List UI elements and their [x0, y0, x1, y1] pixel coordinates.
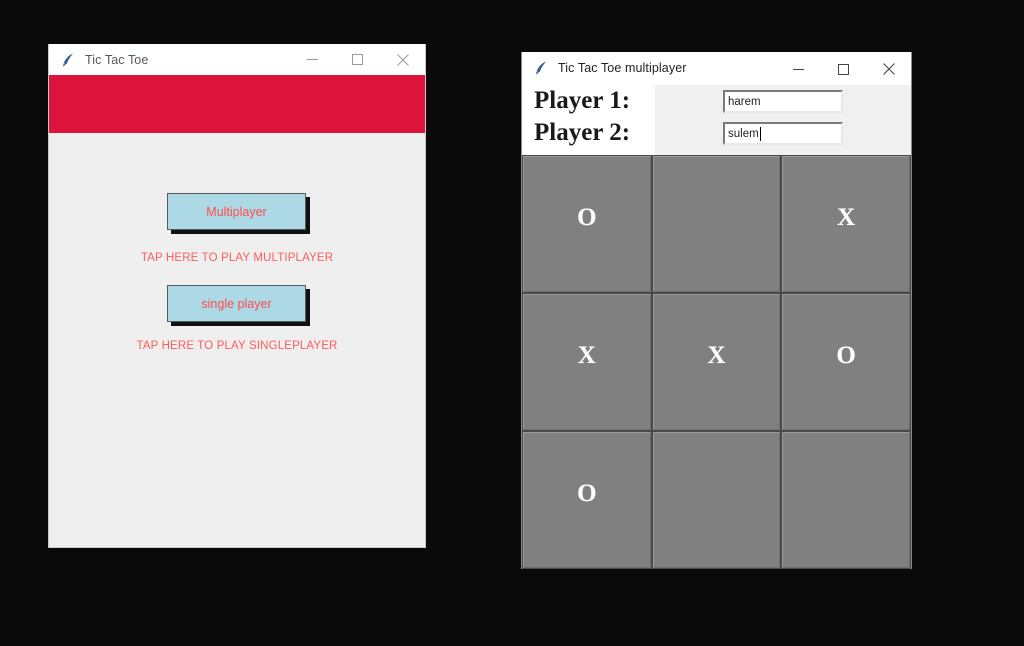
- board-cell[interactable]: O: [523, 156, 651, 292]
- single-window-body: Multiplayer TAP HERE TO PLAY MULTIPLAYER…: [49, 133, 425, 546]
- board-cell[interactable]: X: [523, 294, 651, 430]
- minimize-icon: [793, 68, 804, 70]
- minimize-icon: [307, 59, 318, 60]
- minimize-button[interactable]: [290, 44, 335, 75]
- close-icon: [396, 53, 409, 66]
- player-1-label: Player 1:: [534, 87, 631, 114]
- singleplayer-button[interactable]: single player: [167, 285, 306, 322]
- multiplayer-button-label: Multiplayer: [206, 204, 267, 219]
- maximize-icon: [838, 63, 849, 75]
- player-2-name-input[interactable]: sulem: [723, 122, 843, 145]
- player-1-name-input[interactable]: harem: [723, 90, 843, 113]
- board-cell[interactable]: [652, 432, 781, 568]
- player-2-name-value: sulem: [728, 127, 759, 140]
- cell-mark: X: [837, 204, 856, 231]
- multiplayer-button[interactable]: Multiplayer: [167, 193, 306, 230]
- window-controls-single: [290, 44, 425, 75]
- window-title-single: Tic Tac Toe: [85, 52, 149, 67]
- text-caret: [759, 126, 761, 141]
- window-tic-tac-toe-multiplayer: Tic Tac Toe multiplayer Player 1: Player…: [521, 52, 912, 569]
- board-cell[interactable]: X: [652, 294, 781, 430]
- cell-mark: O: [836, 342, 856, 369]
- cell-mark: X: [707, 342, 726, 369]
- close-button[interactable]: [380, 44, 425, 75]
- board-cell[interactable]: [782, 432, 910, 568]
- close-button[interactable]: [866, 53, 911, 86]
- maximize-button[interactable]: [335, 44, 380, 75]
- tic-tac-toe-board: O X X X O O: [522, 155, 911, 569]
- maximize-icon: [352, 54, 363, 65]
- titlebar-multi[interactable]: Tic Tac Toe multiplayer: [522, 52, 911, 85]
- python-feather-icon: [536, 61, 546, 75]
- players-pane: Player 1: Player 2: harem sulem: [522, 85, 911, 155]
- multiplayer-caption: TAP HERE TO PLAY MULTIPLAYER: [140, 252, 334, 264]
- window-title-multi: Tic Tac Toe multiplayer: [558, 61, 687, 75]
- cell-mark: O: [577, 204, 597, 231]
- python-feather-icon: [63, 53, 73, 67]
- titlebar-single[interactable]: Tic Tac Toe: [49, 44, 425, 75]
- board-cell[interactable]: [652, 156, 781, 292]
- red-banner: [49, 75, 425, 133]
- board-cell[interactable]: O: [782, 294, 910, 430]
- board-cell[interactable]: O: [523, 432, 651, 568]
- cell-mark: O: [577, 480, 597, 507]
- window-controls-multi: [776, 53, 911, 84]
- minimize-button[interactable]: [776, 53, 821, 86]
- board-cell[interactable]: X: [782, 156, 910, 292]
- singleplayer-caption: TAP HERE TO PLAY SINGLEPLAYER: [136, 340, 338, 352]
- close-icon: [882, 63, 895, 75]
- window-tic-tac-toe: Tic Tac Toe Multiplayer TAP HERE TO PLAY…: [48, 44, 426, 548]
- player-2-label: Player 2:: [534, 119, 631, 146]
- maximize-button[interactable]: [821, 53, 866, 86]
- player-1-name-value: harem: [728, 95, 761, 108]
- singleplayer-button-label: single player: [201, 296, 272, 311]
- cell-mark: X: [577, 342, 596, 369]
